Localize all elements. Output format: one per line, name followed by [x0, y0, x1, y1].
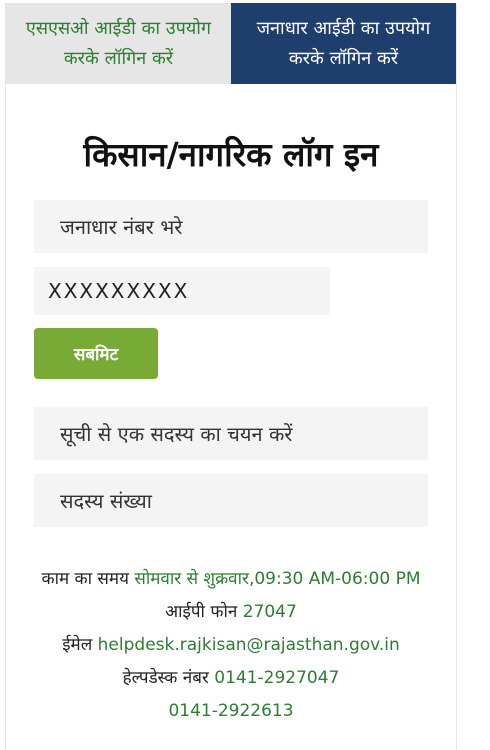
working-hours-days: सोमवार से शुक्रवार — [134, 569, 249, 589]
working-hours-label: काम का समय — [41, 569, 129, 589]
member-select[interactable]: सूची से एक सदस्य का चयन करें — [34, 407, 428, 460]
janaadhaar-number-input[interactable]: XXXXXXXXX — [34, 267, 330, 315]
ip-phone-label: आईपी फोन — [165, 602, 238, 622]
helpdesk-label: हेल्पडेस्क नंबर — [122, 668, 209, 688]
contact-info: काम का समय सोमवार से शुक्रवार,09:30 AM-0… — [26, 563, 436, 728]
login-method-tabs: एसएसओ आईडी का उपयोग करके लॉगिन करें जनाध… — [6, 3, 456, 84]
janaadhaar-number-value: XXXXXXXXX — [48, 279, 190, 303]
helpdesk-number-2: 0141-2922613 — [168, 701, 294, 721]
tab-janaadhaar-login[interactable]: जनाधार आईडी का उपयोग करके लॉगिन करें — [231, 3, 456, 84]
email-label: ईमेल — [62, 635, 93, 655]
helpdesk-number: हेल्पडेस्क नंबर 0141-2927047 — [26, 662, 436, 695]
member-select-label: सूची से एक सदस्य का चयन करें — [60, 422, 293, 446]
ip-phone-value: 27047 — [242, 602, 297, 622]
working-hours-time: ,09:30 AM-06:00 PM — [248, 569, 421, 589]
login-panel: एसएसओ आईडी का उपयोग करके लॉगिन करें जनाध… — [5, 3, 457, 750]
member-count-placeholder: सदस्य संख्या — [60, 489, 152, 513]
email-link[interactable]: helpdesk.rajkisan@rajasthan.gov.in — [98, 635, 400, 655]
helpdesk-number-1: 0141-2927047 — [214, 668, 340, 688]
page-title: किसान/नागरिक लॉग इन — [83, 135, 379, 174]
email: ईमेल helpdesk.rajkisan@rajasthan.gov.in — [26, 629, 436, 662]
janaadhaar-placeholder-field[interactable]: जनाधार नंबर भरे — [34, 200, 428, 253]
janaadhaar-placeholder-label: जनाधार नंबर भरे — [60, 215, 183, 239]
working-hours: काम का समय सोमवार से शुक्रवार,09:30 AM-0… — [26, 563, 436, 596]
tab-sso-login[interactable]: एसएसओ आईडी का उपयोग करके लॉगिन करें — [6, 3, 231, 84]
helpdesk-number-secondary: 0141-2922613 — [26, 695, 436, 728]
ip-phone: आईपी फोन 27047 — [26, 596, 436, 629]
submit-button[interactable]: सबमिट — [34, 328, 158, 379]
member-count-input[interactable]: सदस्य संख्या — [34, 474, 428, 527]
